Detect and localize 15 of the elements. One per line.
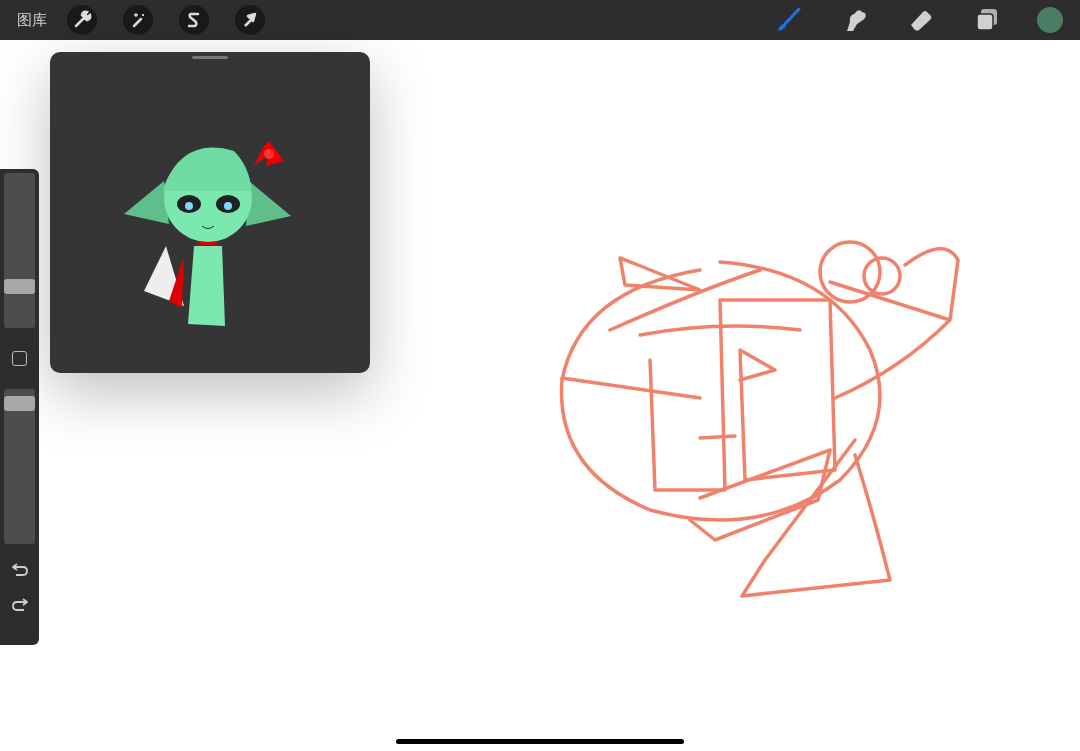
magic-wand-button[interactable] bbox=[123, 5, 153, 35]
opacity-slider[interactable] bbox=[4, 389, 35, 544]
brush-icon[interactable] bbox=[775, 6, 803, 34]
slider-thumb[interactable] bbox=[4, 396, 35, 411]
brush-size-slider[interactable] bbox=[4, 173, 35, 328]
color-swatch[interactable] bbox=[1037, 7, 1063, 33]
wrench-button[interactable] bbox=[67, 5, 97, 35]
selection-button[interactable] bbox=[179, 5, 209, 35]
redo-icon[interactable] bbox=[11, 598, 28, 612]
undo-icon[interactable] bbox=[11, 562, 28, 576]
arrow-button[interactable] bbox=[235, 5, 265, 35]
gallery-link[interactable]: 图库 bbox=[17, 8, 47, 32]
modify-button[interactable] bbox=[12, 351, 27, 366]
drag-handle[interactable] bbox=[192, 56, 228, 59]
slider-thumb[interactable] bbox=[4, 279, 35, 295]
